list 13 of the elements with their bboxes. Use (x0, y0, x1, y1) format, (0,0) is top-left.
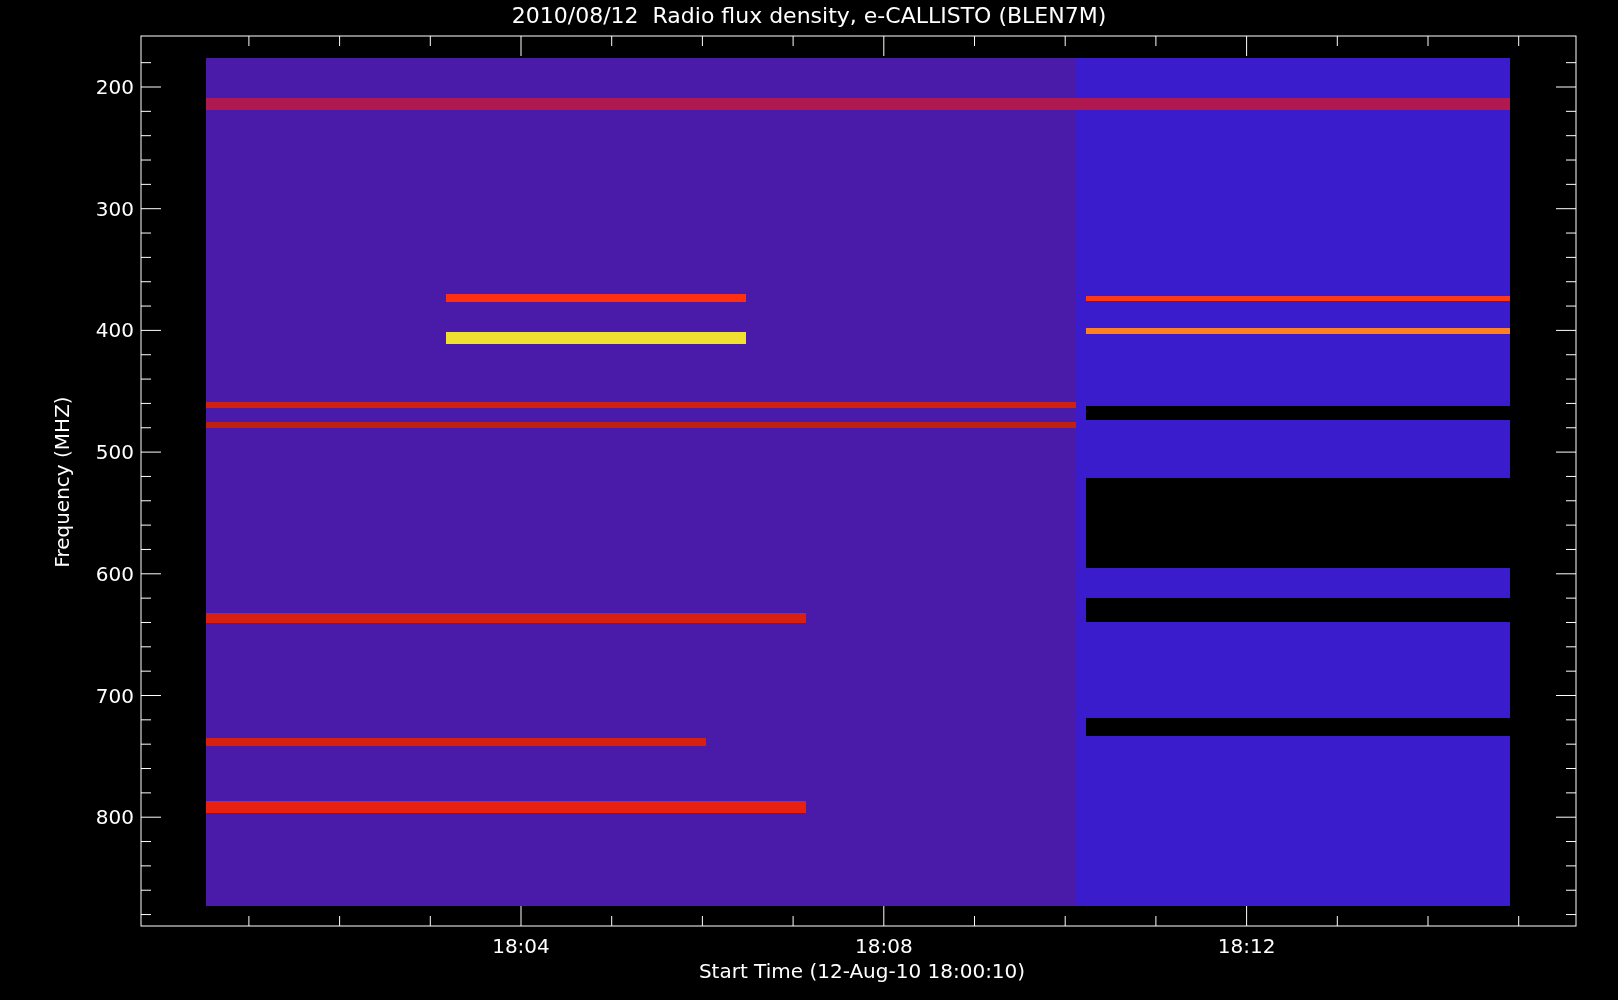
y-axis-title: Frequency (MHZ) (50, 395, 74, 570)
y-tick-label: 700 (94, 683, 134, 708)
y-tick-label: 300 (94, 196, 134, 221)
chart-title: 2010/08/12 Radio flux density, e-CALLISTO (BLEN7M) (510, 2, 1108, 30)
y-tick-label: 500 (94, 440, 134, 465)
y-tick-label: 400 (94, 318, 134, 343)
x-tick-label: 18:04 (491, 934, 551, 958)
x-axis-title: Start Time (12-Aug-10 18:00:10) (697, 959, 1027, 983)
y-tick-label: 200 (94, 75, 134, 99)
x-tick-label: 18:12 (1216, 934, 1277, 958)
y-tick-label: 600 (94, 561, 134, 586)
x-tick-label: 18:08 (853, 934, 914, 958)
y-tick-label: 800 (94, 805, 134, 830)
